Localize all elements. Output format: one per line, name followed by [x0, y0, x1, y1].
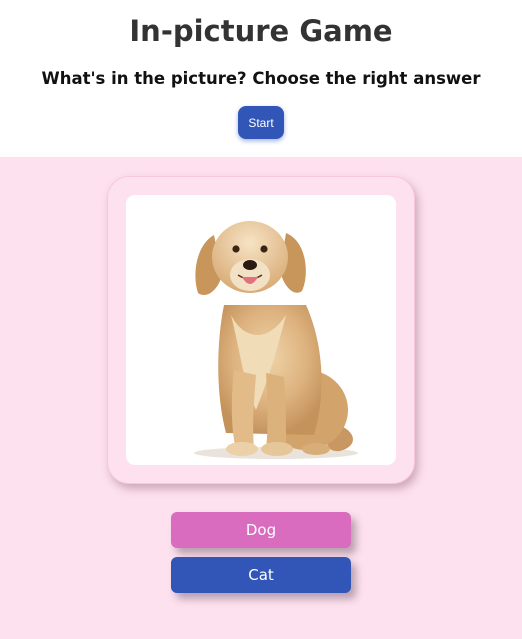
- picture-frame: [126, 195, 396, 465]
- answer-button-dog[interactable]: Dog: [171, 512, 351, 548]
- page-title: In-picture Game: [129, 14, 393, 48]
- picture-card: [107, 176, 415, 484]
- dog-image: [194, 221, 358, 459]
- header: In-picture Game What's in the picture? C…: [0, 0, 522, 157]
- start-button[interactable]: Start: [238, 106, 284, 139]
- game-area: Dog Cat: [0, 157, 522, 639]
- answer-button-cat[interactable]: Cat: [171, 557, 351, 593]
- instructions-text: What's in the picture? Choose the right …: [41, 69, 481, 88]
